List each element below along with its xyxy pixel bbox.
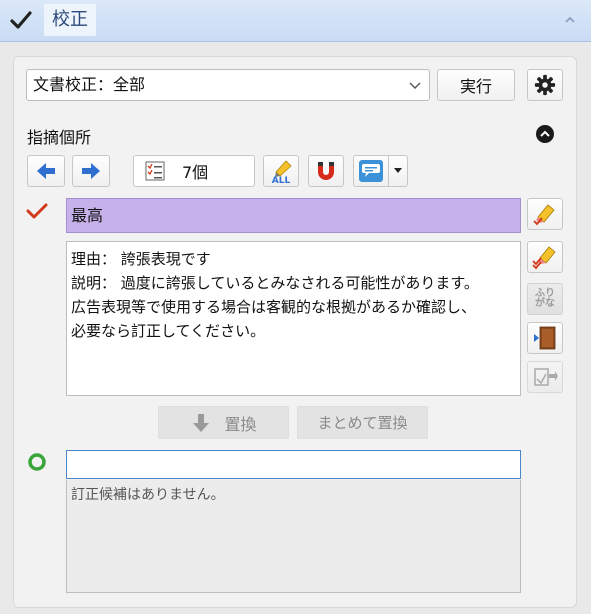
furigana-icon: ふり がな (535, 288, 555, 309)
furigana-button[interactable]: ふり がな (527, 283, 563, 315)
mode-select[interactable]: 文書校正：全部 (26, 69, 430, 101)
title-bar: 校正 (0, 0, 591, 42)
ignore-all-button[interactable] (527, 241, 563, 273)
replace-label: 置換 (224, 414, 257, 434)
caret-down-icon (394, 168, 402, 173)
explanation-line: 広告表現等で使用する場合は客観的な根拠があるか確認し、 (71, 298, 477, 316)
checkmark-icon (10, 11, 32, 29)
replace-all-button[interactable]: まとめて置換 (297, 406, 428, 439)
red-check-icon (26, 203, 48, 219)
magnet-button[interactable] (308, 155, 344, 187)
dictionary-button[interactable] (527, 322, 563, 354)
arrow-right-icon (82, 163, 100, 179)
gear-icon (534, 74, 556, 96)
magnet-icon (318, 162, 334, 180)
findings-count[interactable]: 7個 (133, 155, 255, 187)
correction-input[interactable] (66, 450, 521, 479)
findings-count-text: 7個 (182, 163, 209, 182)
chevron-down-icon (409, 82, 421, 89)
comment-balloon-icon (359, 160, 383, 182)
reason-line: 理由： 誇張表現です (71, 250, 211, 268)
issue-word[interactable]: 最高 (66, 198, 521, 233)
eraser-icon (533, 204, 555, 226)
no-candidates-text: 訂正候補はありません。 (71, 487, 225, 503)
next-finding-button[interactable] (72, 155, 110, 187)
mode-select-value: 文書校正：全部 (33, 75, 146, 94)
collapse-circle-icon[interactable] (535, 124, 555, 144)
panel-title: 校正 (44, 4, 96, 36)
arrow-left-icon (37, 163, 55, 179)
highlight-all-icon: ALL (272, 160, 292, 184)
findings-label: 指摘個所 (27, 128, 92, 147)
svg-text:ALL: ALL (272, 176, 291, 184)
highlight-all-button[interactable]: ALL (263, 155, 299, 187)
run-button[interactable]: 実行 (437, 69, 515, 101)
issue-description: 理由： 誇張表現です 説明： 過度に誇張しているとみなされる可能性があります。 … (66, 241, 521, 396)
replace-button[interactable]: 置換 (158, 406, 289, 439)
candidate-list[interactable]: 訂正候補はありません。 (66, 480, 521, 593)
settings-button[interactable] (527, 69, 563, 101)
dictionary-icon (534, 326, 556, 350)
chevron-up-icon[interactable] (562, 12, 578, 28)
explanation-line: 必要なら訂正してください。 (71, 322, 266, 340)
previous-finding-button[interactable] (27, 155, 65, 187)
ignore-button[interactable] (527, 198, 563, 230)
checklist-icon (145, 161, 165, 181)
comment-button[interactable] (353, 155, 389, 187)
comment-dropdown-button[interactable] (388, 155, 408, 187)
eraser-check-icon (532, 246, 556, 270)
arrow-down-icon (193, 413, 210, 432)
explanation-line: 説明： 過度に誇張しているとみなされる可能性があります。 (71, 274, 479, 292)
export-icon (534, 368, 558, 386)
export-button[interactable] (527, 361, 563, 393)
green-circle-icon (28, 453, 46, 471)
